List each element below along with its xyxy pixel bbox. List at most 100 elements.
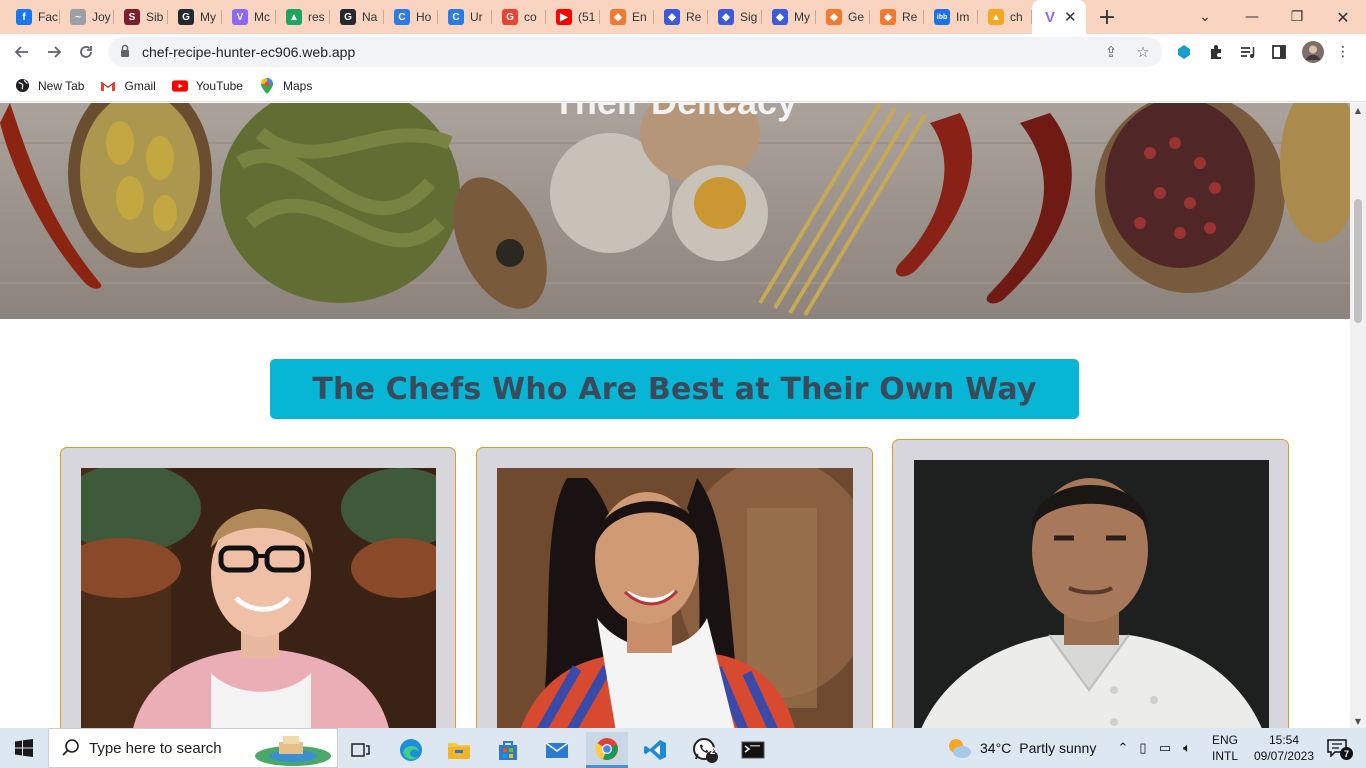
device-icon[interactable]: ▯ bbox=[1132, 740, 1154, 756]
tab-active[interactable]: V ✕ bbox=[1032, 0, 1086, 34]
extension-icon[interactable] bbox=[1175, 43, 1193, 61]
tab-title: Im bbox=[956, 10, 970, 24]
new-tab-button[interactable]: + bbox=[1092, 2, 1122, 32]
tab-title: Fac bbox=[38, 10, 58, 24]
vscode-icon[interactable] bbox=[634, 732, 676, 768]
search-highlight-image bbox=[255, 736, 331, 766]
weather-temp: 34°C bbox=[980, 740, 1012, 756]
minimize-button[interactable]: — bbox=[1230, 0, 1274, 34]
bookmark-gmail[interactable]: Gmail bbox=[100, 78, 156, 94]
mail-icon[interactable] bbox=[536, 732, 578, 768]
url-text[interactable]: chef-recipe-hunter-ec906.web.app bbox=[142, 44, 355, 60]
bookmark-icon: ◆ bbox=[826, 9, 842, 25]
bookmark-new-tab[interactable]: New Tab bbox=[14, 78, 84, 94]
clock-time: 15:54 bbox=[1268, 733, 1300, 747]
close-tab-icon[interactable]: ✕ bbox=[1064, 8, 1077, 26]
clock[interactable]: 15:54 09/07/2023 bbox=[1252, 728, 1316, 768]
reload-button[interactable] bbox=[74, 40, 98, 64]
tab-9[interactable]: Gco bbox=[492, 0, 546, 34]
chef-card[interactable] bbox=[892, 439, 1289, 728]
back-button[interactable] bbox=[10, 40, 34, 64]
chevron-up-icon[interactable]: ⌃ bbox=[1114, 740, 1132, 756]
scroll-thumb[interactable] bbox=[1354, 199, 1362, 323]
arrow-right-icon bbox=[48, 46, 62, 58]
notification-center-button[interactable]: 7 bbox=[1322, 728, 1353, 768]
menu-kebab-icon[interactable]: ⋮ bbox=[1334, 43, 1352, 61]
puzzle-icon[interactable] bbox=[1207, 43, 1225, 61]
image-icon: S bbox=[124, 9, 140, 25]
tab-14[interactable]: ◆ My bbox=[762, 0, 816, 34]
search-icon bbox=[62, 739, 79, 756]
bookmark-star-icon[interactable]: ☆ bbox=[1135, 43, 1151, 61]
tab-title: Ur bbox=[470, 10, 483, 24]
tab-5[interactable]: ▲ res bbox=[276, 0, 330, 34]
bookmark-youtube[interactable]: YouTube bbox=[171, 78, 243, 94]
network-icon[interactable]: ▭ bbox=[1154, 740, 1176, 756]
profile-avatar[interactable] bbox=[1302, 41, 1324, 63]
tab-8[interactable]: C Ur bbox=[438, 0, 492, 34]
chef-photo[interactable] bbox=[914, 460, 1269, 728]
tab-13[interactable]: ◆ Sig bbox=[708, 0, 762, 34]
shield-icon: ◆ bbox=[772, 9, 788, 25]
language-indicator[interactable]: ENG INTL bbox=[1212, 728, 1238, 768]
weather-widget[interactable]: 34°C Partly sunny bbox=[946, 728, 1096, 768]
tab-15[interactable]: ◆ Ge bbox=[816, 0, 870, 34]
side-panel-icon[interactable] bbox=[1270, 43, 1288, 61]
tab-title: Ho bbox=[416, 10, 432, 24]
hero-overlay bbox=[0, 103, 1350, 319]
taskbar-search-box[interactable]: Type here to search bbox=[48, 728, 338, 768]
partly-sunny-icon bbox=[949, 739, 971, 758]
tab-title: Mc bbox=[254, 10, 270, 24]
share-icon[interactable]: ⇪ bbox=[1103, 43, 1119, 61]
tab-title: Re bbox=[902, 10, 918, 24]
tab-11[interactable]: ◆ En bbox=[600, 0, 654, 34]
scroll-up-arrow-icon[interactable]: ▲ bbox=[1350, 103, 1366, 117]
bookmarks-bar: New Tab Gmail YouTube Maps bbox=[0, 70, 1366, 102]
tab-title: My bbox=[794, 10, 810, 24]
lock-icon[interactable] bbox=[120, 44, 130, 58]
scroll-down-arrow-icon[interactable]: ▼ bbox=[1350, 714, 1366, 728]
start-button[interactable] bbox=[0, 728, 48, 768]
tab-18[interactable]: ▲ ch bbox=[978, 0, 1032, 34]
address-bar[interactable]: chef-recipe-hunter-ec906.web.app ⇪ ☆ bbox=[108, 37, 1162, 67]
vite-icon: V bbox=[1044, 8, 1055, 26]
tab-4[interactable]: V Mc bbox=[222, 0, 276, 34]
bookmark-maps[interactable]: Maps bbox=[259, 77, 312, 94]
whatsapp-icon[interactable]: 2 bbox=[684, 732, 726, 768]
chef-card[interactable] bbox=[476, 447, 873, 728]
maps-icon bbox=[259, 77, 275, 94]
media-control-icon[interactable] bbox=[1238, 43, 1256, 61]
tab-2[interactable]: S Sib bbox=[114, 0, 168, 34]
page-scrollbar[interactable]: ▲ ▼ bbox=[1350, 103, 1366, 728]
page-viewport: Their Delicacy The Chefs Who Are Best at… bbox=[0, 103, 1350, 728]
tab-3[interactable]: G My bbox=[168, 0, 222, 34]
chef-photo[interactable] bbox=[497, 468, 853, 728]
edge-icon[interactable] bbox=[390, 732, 432, 768]
bookmark-icon: ◆ bbox=[610, 9, 626, 25]
volume-icon[interactable]: 🔈︎ bbox=[1176, 740, 1198, 756]
tab-17[interactable]: ibb Im bbox=[924, 0, 978, 34]
google-drive-icon: ▲ bbox=[286, 9, 302, 25]
forward-button[interactable] bbox=[42, 40, 66, 64]
file-explorer-icon[interactable] bbox=[438, 732, 480, 768]
bird-icon: ~ bbox=[70, 9, 86, 25]
tab-16[interactable]: ◆ Re bbox=[870, 0, 924, 34]
tab-search-dropdown-icon[interactable]: ⌄ bbox=[1190, 0, 1220, 34]
task-view-icon[interactable] bbox=[340, 732, 382, 768]
chef-photo[interactable] bbox=[81, 468, 436, 728]
tab-10[interactable]: ▶ (51 bbox=[546, 0, 600, 34]
tab-6[interactable]: G Na bbox=[330, 0, 384, 34]
tab-12[interactable]: ◆ Re bbox=[654, 0, 708, 34]
youtube-icon bbox=[171, 78, 188, 94]
terminal-icon[interactable] bbox=[732, 732, 774, 768]
chrome-icon[interactable] bbox=[586, 732, 628, 768]
close-window-button[interactable]: ✕ bbox=[1320, 0, 1366, 34]
restore-button[interactable]: ❐ bbox=[1275, 0, 1319, 34]
chef-card[interactable] bbox=[60, 447, 456, 728]
tab-1[interactable]: ~ Joy bbox=[60, 0, 114, 34]
tab-7[interactable]: C Ho bbox=[384, 0, 438, 34]
store-icon[interactable] bbox=[487, 732, 529, 768]
tab-0[interactable]: f Fac bbox=[6, 0, 60, 34]
tab-strip: f Fac ~ Joy S Sib G My V Mc ▲ res G Na C Ho C Ur Gco ▶ (51 ◆ E… bbox=[0, 0, 1366, 34]
whatsapp-badge: 2 bbox=[710, 746, 716, 757]
